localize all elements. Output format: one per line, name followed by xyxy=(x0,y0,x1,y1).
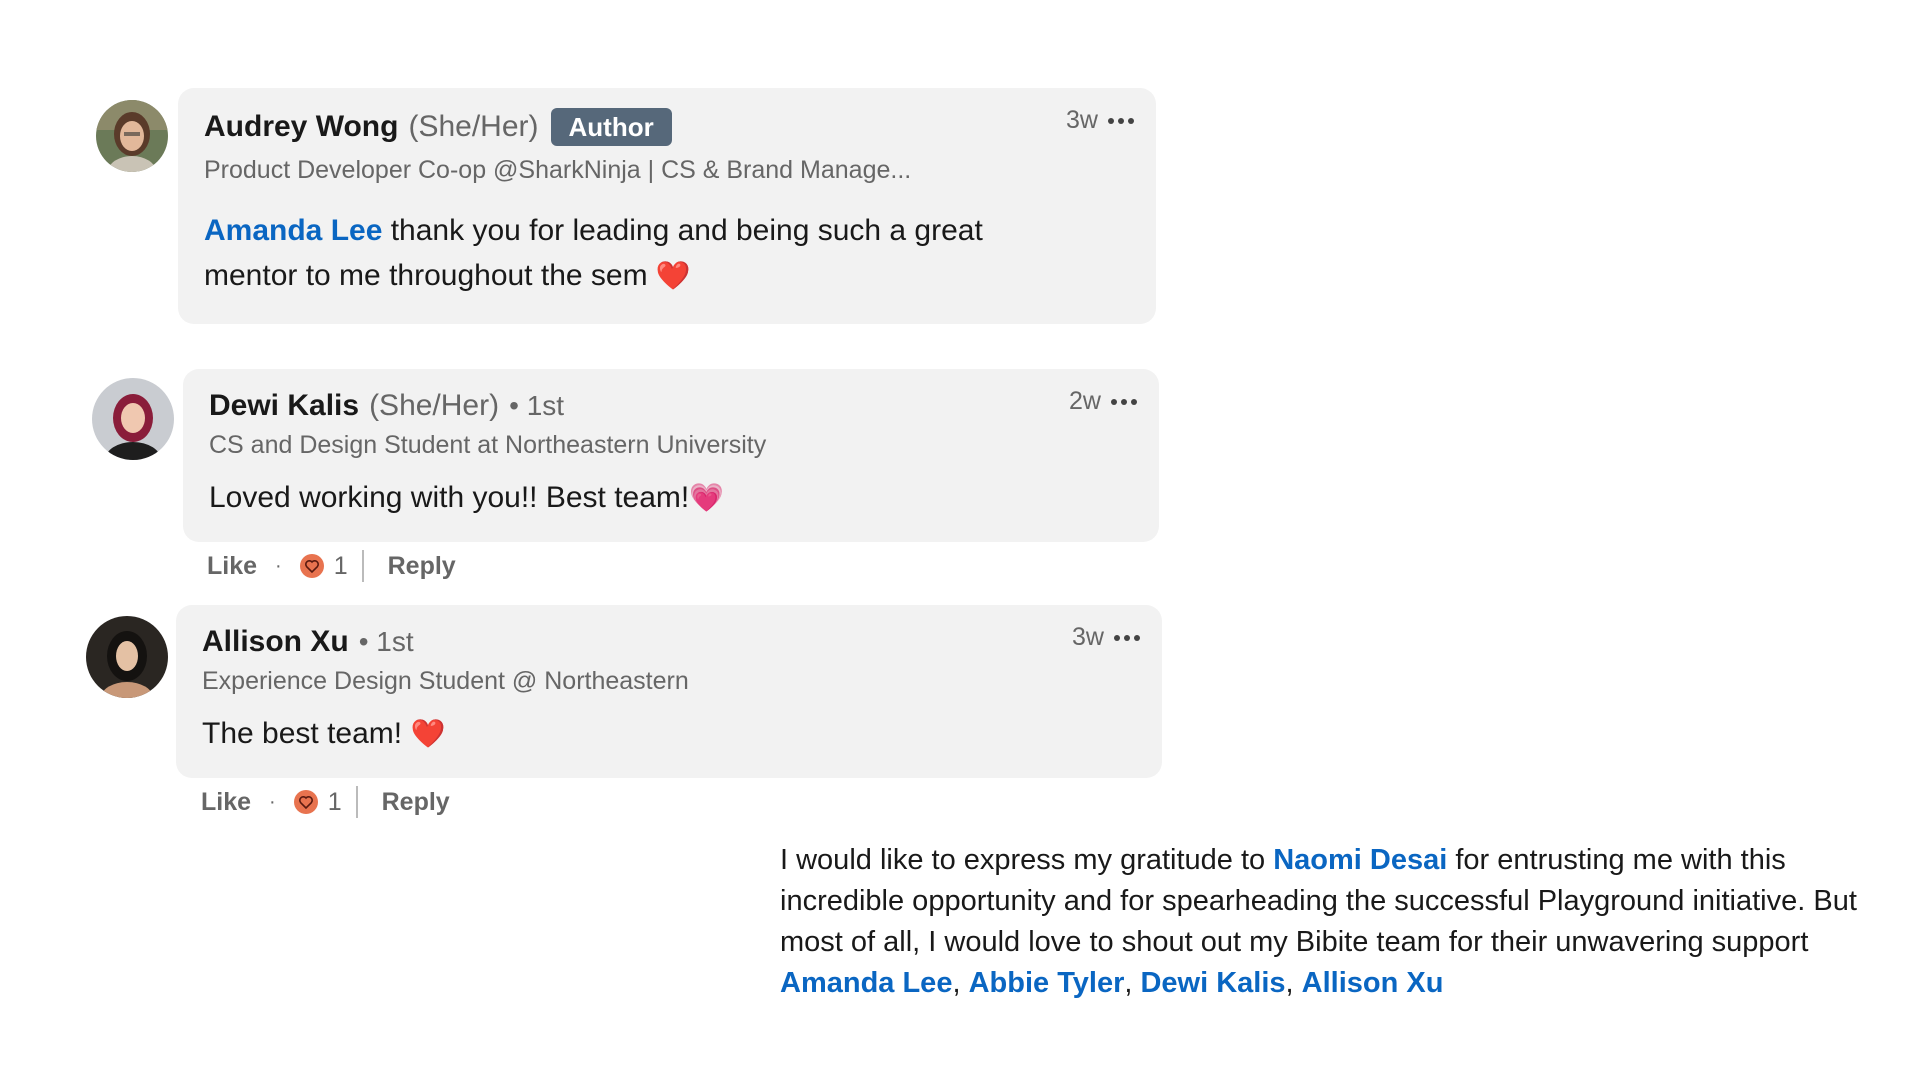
mention-link[interactable]: Dewi Kalis xyxy=(1140,967,1285,999)
divider xyxy=(355,786,358,818)
pink-heart-emoji: 💗 xyxy=(689,482,725,513)
avatar-dewi-kalis[interactable] xyxy=(92,378,174,460)
mention-link[interactable]: Allison Xu xyxy=(1302,967,1444,999)
separator: , xyxy=(1285,967,1302,999)
commenter-name[interactable]: Allison Xu xyxy=(202,625,349,659)
connection-degree: • 1st xyxy=(358,626,414,657)
separator: , xyxy=(1124,967,1141,999)
commenter-headline: Product Developer Co-op @SharkNinja | CS… xyxy=(204,156,912,184)
more-options-icon[interactable] xyxy=(1114,634,1140,641)
mention-link[interactable]: Naomi Desai xyxy=(1273,844,1447,876)
comment-text-part: The best team! xyxy=(202,717,411,750)
separator-dot: · xyxy=(275,554,282,577)
post-body-text: I would like to express my gratitude to … xyxy=(780,840,1870,1004)
comment-card-allison-xu: Allison Xu • 1st Experience Design Stude… xyxy=(176,605,1162,778)
commenter-headline: CS and Design Student at Northeastern Un… xyxy=(209,431,767,459)
mention-link[interactable]: Amanda Lee xyxy=(204,214,382,247)
comment-text: Amanda Lee thank you for leading and bei… xyxy=(204,208,983,298)
comment-header: Audrey Wong (She/Her) Author xyxy=(204,108,672,146)
red-heart-emoji: ❤️ xyxy=(655,260,691,291)
reply-button[interactable]: Reply xyxy=(388,552,456,581)
avatar-allison-xu[interactable] xyxy=(86,616,168,698)
commenter-pronouns: (She/Her) xyxy=(408,110,539,143)
comment-timestamp: 2w xyxy=(1069,387,1101,415)
love-reaction-icon[interactable] xyxy=(299,554,324,578)
commenter-pronouns: (She/Her) xyxy=(369,389,500,422)
comment-timestamp: 3w xyxy=(1066,106,1098,134)
comment-text-part: mentor to me throughout the sem xyxy=(204,259,656,292)
post-text-part: I would like to express my gratitude to xyxy=(780,844,1274,876)
author-badge: Author xyxy=(550,108,672,146)
separator: , xyxy=(952,967,969,999)
commenter-name[interactable]: Audrey Wong xyxy=(204,110,398,144)
reaction-count[interactable]: 1 xyxy=(334,552,348,581)
reaction-count[interactable]: 1 xyxy=(328,788,342,817)
comment-actions: Like · 1 Reply xyxy=(207,550,456,582)
connection-degree: • 1st xyxy=(509,390,565,421)
commenter-headline: Experience Design Student @ Northeastern xyxy=(202,667,689,695)
comment-header: Dewi Kalis (She/Her) • 1st xyxy=(209,389,564,423)
comment-card-dewi-kalis: Dewi Kalis (She/Her) • 1st CS and Design… xyxy=(183,369,1159,542)
comment-header: Allison Xu • 1st xyxy=(202,625,414,659)
comment-text-part: Loved working with you!! Best team! xyxy=(209,481,690,514)
reply-button[interactable]: Reply xyxy=(382,788,450,817)
comment-card-audrey-wong: Audrey Wong (She/Her) Author Product Dev… xyxy=(178,88,1156,324)
divider xyxy=(361,550,364,582)
love-reaction-icon[interactable] xyxy=(293,790,318,814)
comment-text: Loved working with you!! Best team!💗 xyxy=(209,475,724,520)
like-button[interactable]: Like xyxy=(201,788,251,817)
comment-text-part: thank you for leading and being such a g… xyxy=(382,214,983,247)
commenter-name[interactable]: Dewi Kalis xyxy=(209,389,359,423)
like-button[interactable]: Like xyxy=(207,552,257,581)
comment-meta: 3w xyxy=(1072,623,1140,652)
separator-dot: · xyxy=(269,790,276,813)
comment-meta: 3w xyxy=(1066,106,1134,135)
mention-link[interactable]: Amanda Lee xyxy=(780,967,952,999)
more-options-icon[interactable] xyxy=(1111,398,1137,405)
more-options-icon[interactable] xyxy=(1108,117,1134,124)
mention-link[interactable]: Abbie Tyler xyxy=(969,967,1125,999)
comment-text: The best team! ❤️ xyxy=(202,711,445,756)
comment-actions: Like · 1 Reply xyxy=(201,786,450,818)
comment-meta: 2w xyxy=(1069,387,1137,416)
avatar-audrey-wong[interactable] xyxy=(96,100,168,172)
red-heart-emoji: ❤️ xyxy=(410,718,446,749)
comment-timestamp: 3w xyxy=(1072,623,1104,651)
